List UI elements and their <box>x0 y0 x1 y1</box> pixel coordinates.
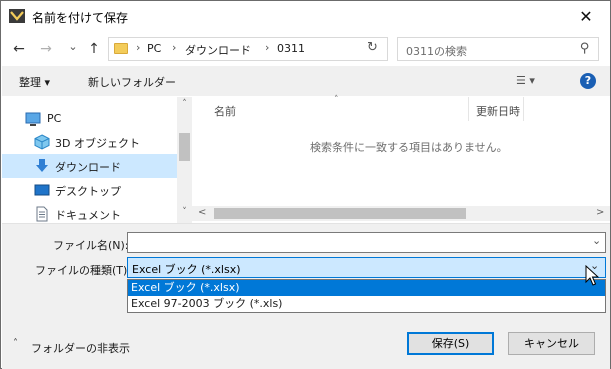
file-list: 名前 ˄ 更新日時 検索条件に一致する項目はありません。 < > <box>192 95 610 223</box>
search-placeholder: 0311の検索 <box>406 45 467 58</box>
new-folder-button[interactable]: 新しいフォルダー <box>88 74 176 90</box>
back-button[interactable]: ← <box>9 39 29 59</box>
scrollbar-thumb[interactable] <box>214 208 466 219</box>
cancel-button[interactable]: キャンセル <box>508 332 595 355</box>
desktop-icon <box>34 184 50 196</box>
window-title: 名前を付けて保存 <box>32 11 129 25</box>
pc-icon <box>25 112 41 126</box>
recent-locations-button[interactable]: ⌄ <box>63 37 83 57</box>
up-button[interactable]: ↑ <box>84 39 104 59</box>
documents-icon <box>36 206 48 222</box>
forward-button[interactable]: → <box>36 39 56 59</box>
file-type-select[interactable]: Excel ブック (*.xlsx) ⌄ <box>127 257 606 278</box>
nav-item-desktop[interactable]: デスクトップ <box>2 178 177 202</box>
breadcrumb-0311[interactable]: 0311 <box>277 42 305 55</box>
nav-pane-scrollbar[interactable]: ˄ ˅ <box>177 97 192 223</box>
breadcrumb-separator: › <box>172 41 177 54</box>
search-icon[interactable]: ⚲ <box>580 41 590 56</box>
hide-folders-link[interactable]: フォルダーの非表示 <box>31 340 130 356</box>
file-list-scrollbar[interactable]: < > <box>192 206 610 221</box>
column-header-name[interactable]: 名前 <box>214 103 236 119</box>
file-name-dropdown-icon[interactable]: ⌄ <box>592 234 601 247</box>
file-name-label: ファイル名(N): <box>53 239 129 252</box>
breadcrumb-separator: › <box>136 41 141 54</box>
download-icon <box>36 159 48 172</box>
scroll-right-arrow[interactable]: > <box>596 207 604 218</box>
address-bar[interactable]: › PC › ダウンロード › 0311 ⌄ <box>108 37 472 61</box>
view-options-button[interactable]: ☰ ▾ <box>516 74 535 87</box>
scrollbar-thumb[interactable] <box>179 133 190 161</box>
help-icon[interactable]: ? <box>580 73 596 89</box>
command-toolbar: 整理 ▾ 新しいフォルダー ☰ ▾ ? <box>2 66 610 96</box>
breadcrumb-separator: › <box>265 41 270 54</box>
excel-app-icon <box>9 9 25 23</box>
scroll-left-arrow[interactable]: < <box>198 207 206 218</box>
file-type-option[interactable]: Excel 97-2003 ブック (*.xls) <box>128 296 605 312</box>
close-button[interactable]: ✕ <box>571 5 601 29</box>
nav-item-label: ダウンロード <box>55 161 121 174</box>
nav-item-3d-objects[interactable]: 3D オブジェクト <box>2 130 177 154</box>
nav-item-label: デスクトップ <box>55 185 121 198</box>
organize-button[interactable]: 整理 ▾ <box>19 74 50 90</box>
empty-results-message: 検索条件に一致する項目はありません。 <box>310 141 508 154</box>
column-header-modified[interactable]: 更新日時 <box>476 103 520 119</box>
file-type-option[interactable]: Excel ブック (*.xlsx) <box>128 280 605 296</box>
file-type-label: ファイルの種類(T): <box>35 264 132 277</box>
navigation-pane: PC 3D オブジェクト ダウンロード デスクトップ ドキュメント ˄ ˅ <box>2 97 192 223</box>
column-divider[interactable] <box>523 97 524 121</box>
nav-item-pc[interactable]: PC <box>2 107 177 131</box>
hide-folders-chevron-icon[interactable]: ˄ <box>13 338 18 349</box>
column-divider[interactable] <box>468 97 469 121</box>
nav-item-label: PC <box>47 112 62 125</box>
title-bar: 名前を付けて保存 ✕ <box>1 1 610 32</box>
nav-item-downloads[interactable]: ダウンロード <box>2 154 177 178</box>
file-type-options-list: Excel ブック (*.xlsx) Excel 97-2003 ブック (*.… <box>127 279 606 313</box>
scroll-down-arrow[interactable]: ˅ <box>177 207 192 217</box>
scroll-up-arrow[interactable]: ˄ <box>177 99 192 109</box>
nav-item-label: 3D オブジェクト <box>55 137 140 150</box>
mouse-cursor-icon <box>585 265 599 286</box>
breadcrumb-pc[interactable]: PC <box>147 42 161 55</box>
file-name-field[interactable]: ⌄ <box>127 232 606 253</box>
save-button[interactable]: 保存(S) <box>407 332 494 355</box>
folder-icon <box>114 43 128 54</box>
file-type-selected: Excel ブック (*.xlsx) <box>132 263 241 276</box>
refresh-button[interactable]: ↻ <box>367 40 378 55</box>
sort-ascending-icon: ˄ <box>334 95 339 105</box>
nav-item-label: ドキュメント <box>55 209 121 222</box>
3d-objects-icon <box>34 134 50 150</box>
breadcrumb-downloads[interactable]: ダウンロード <box>185 42 251 58</box>
save-as-dialog: 名前を付けて保存 ✕ ← → ⌄ ↑ › PC › ダウンロード › 0311 … <box>0 0 611 369</box>
search-input[interactable]: 0311の検索 ⚲ <box>397 37 599 61</box>
